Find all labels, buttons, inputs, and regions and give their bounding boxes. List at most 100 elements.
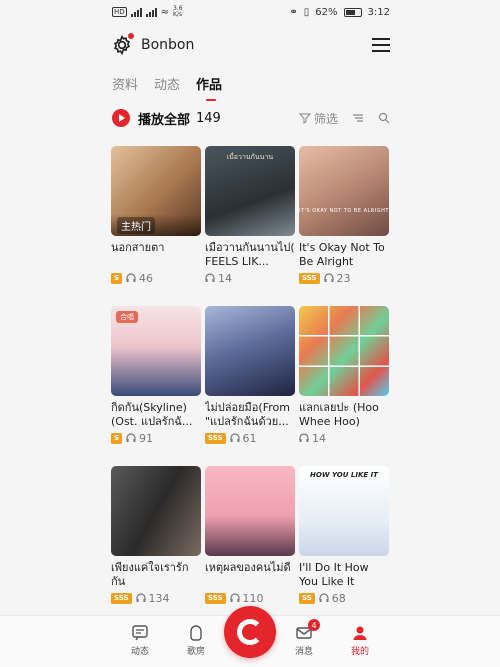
work-title[interactable]: เมื่อวานกันนานไป( FEELS LIK... [205,241,295,269]
nav-feed[interactable]: 动态 [120,624,160,657]
play-count: 61 [242,431,257,445]
profile-tabs: 资料 动态 作品 [112,74,222,101]
cover-text: เมื่อวานกันนาน [226,153,274,161]
play-all-label[interactable]: 播放全部 [138,109,190,128]
play-count: 23 [336,271,351,285]
sim-icon: HD [112,7,127,17]
tab-profile[interactable]: 资料 [112,74,138,99]
bottom-nav: 动态 歌房 4 消息 我的 [0,606,500,667]
nav-room[interactable]: 歌房 [176,624,216,657]
work-title[interactable]: นอกสายตา [111,241,201,269]
work-card[interactable]: 合唱 กิดกัน(Skyline)(Ost. แปลรักฉั... S 91 [111,306,201,456]
record-button[interactable] [224,606,276,658]
chorus-tag: 合唱 [116,311,138,323]
work-title[interactable]: กิดกัน(Skyline)(Ost. แปลรักฉั... [111,401,201,429]
sort-button[interactable] [352,112,364,124]
sort-icon [353,114,363,122]
profile-name: Bonbon [141,37,195,53]
status-left: HD ≈ 3.6 K/s [112,6,183,18]
work-title[interactable]: เพียงแค่ใจเรารักกัน [111,561,201,589]
work-cover[interactable] [299,306,389,396]
cover-text: HOW YOU LIKE IT [310,471,378,479]
nav-messages[interactable]: 4 消息 [284,619,324,657]
work-card[interactable]: แลกเลยปะ (Hoo Whee Hoo) 14 [299,306,389,456]
play-all-button[interactable] [112,109,130,127]
profile-icon [353,626,367,640]
work-title[interactable]: เหตุผลของคนไม่ดี [205,561,295,589]
vibrate-icon: ▯ [303,6,310,18]
work-cover[interactable]: HOW YOU LIKE IT [299,466,389,556]
work-title[interactable]: It's Okay Not To Be Alright [299,241,389,269]
notification-dot [128,33,134,39]
filter-label: 筛选 [313,111,338,126]
work-title[interactable]: ไม่ปล่อยมือ(From "แปลรักฉันด้วย... [205,401,295,429]
work-card[interactable]: IT'S OKAY NOT TO BE ALRIGHT It's Okay No… [299,146,389,296]
signal-icon [130,7,142,17]
work-cover[interactable]: 合唱 [111,306,201,396]
status-bar: HD ≈ 3.6 K/s ⚭ ▯ 62% 3:12 [0,0,500,24]
record-icon [237,619,263,645]
headphones-icon [126,273,136,282]
headphones-icon [323,273,334,282]
work-card[interactable]: 主热门 นอกสายตา S 46 [111,146,201,296]
work-title[interactable]: I'll Do It How You Like It [299,561,389,589]
headphones-icon [135,593,146,602]
score-badge: SSS [299,272,320,284]
work-cover[interactable]: IT'S OKAY NOT TO BE ALRIGHT [299,146,389,236]
cover-text: IT'S OKAY NOT TO BE ALRIGHT [299,208,389,214]
headphones-icon [205,273,215,282]
work-meta: SSS 23 [299,271,389,285]
signal-icon-2 [145,7,157,17]
nav-feed-label: 动态 [130,647,149,657]
score-badge: SSS [205,592,226,604]
work-cover[interactable] [205,466,295,556]
work-card[interactable]: เหตุผลของคนไม่ดี SSS 110 [205,466,295,616]
play-all-row: 播放全部 149 筛选 [112,108,390,128]
work-meta: SS 68 [299,591,389,605]
list-tools: 筛选 [298,110,390,127]
work-card[interactable]: HOW YOU LIKE IT I'll Do It How You Like … [299,466,389,616]
work-meta: SSS 134 [111,591,201,605]
nav-profile[interactable]: 我的 [340,624,380,657]
score-badge: S [111,272,123,284]
nav-messages-label: 消息 [294,647,313,657]
play-count: 134 [148,591,170,605]
work-cover[interactable] [111,466,201,556]
search-icon [378,112,390,124]
work-meta: 14 [205,271,295,285]
work-card[interactable]: เมื่อวานกันนาน เมื่อวานกันนานไป( FEELS L… [205,146,295,296]
work-meta: S 46 [111,271,201,285]
room-icon [190,625,202,641]
play-count: 68 [331,591,346,605]
tab-feed[interactable]: 动态 [154,74,180,99]
play-count: 46 [139,271,154,285]
search-button[interactable] [378,112,390,124]
work-meta: SSS 61 [205,431,295,445]
works-count: 149 [196,110,221,126]
play-count: 110 [242,591,264,605]
work-card[interactable]: ไม่ปล่อยมือ(From "แปลรักฉันด้วย... SSS 6… [205,306,295,456]
score-badge: SS [299,592,315,604]
headphones-icon [126,433,136,442]
work-meta: 14 [299,431,389,445]
page: HD ≈ 3.6 K/s ⚭ ▯ 62% 3:12 Bonbon 资料 动态 作… [0,0,500,667]
settings-button[interactable] [112,33,134,56]
score-badge: SSS [111,592,132,604]
status-right: ⚭ ▯ 62% 3:12 [289,7,390,18]
battery-icon [343,7,362,17]
header: Bonbon [112,30,390,60]
work-cover[interactable]: 主热门 [111,146,201,236]
headphones-status-icon: ⚭ [289,6,298,18]
work-title[interactable]: แลกเลยปะ (Hoo Whee Hoo) [299,401,389,429]
menu-icon[interactable] [372,38,390,52]
nav-profile-label: 我的 [350,647,369,657]
work-meta: SSS 110 [205,591,295,605]
play-count: 14 [218,271,232,285]
work-card[interactable]: เพียงแค่ใจเรารักกัน SSS 134 [111,466,201,616]
works-grid: 主热门 นอกสายตา S 46 เมื่อวานกันนาน เมื่อวา… [111,146,391,616]
work-cover[interactable] [205,306,295,396]
headphones-icon [299,433,309,442]
tab-works[interactable]: 作品 [196,74,222,101]
filter-button[interactable]: 筛选 [298,110,338,127]
work-cover[interactable]: เมื่อวานกันนาน [205,146,295,236]
